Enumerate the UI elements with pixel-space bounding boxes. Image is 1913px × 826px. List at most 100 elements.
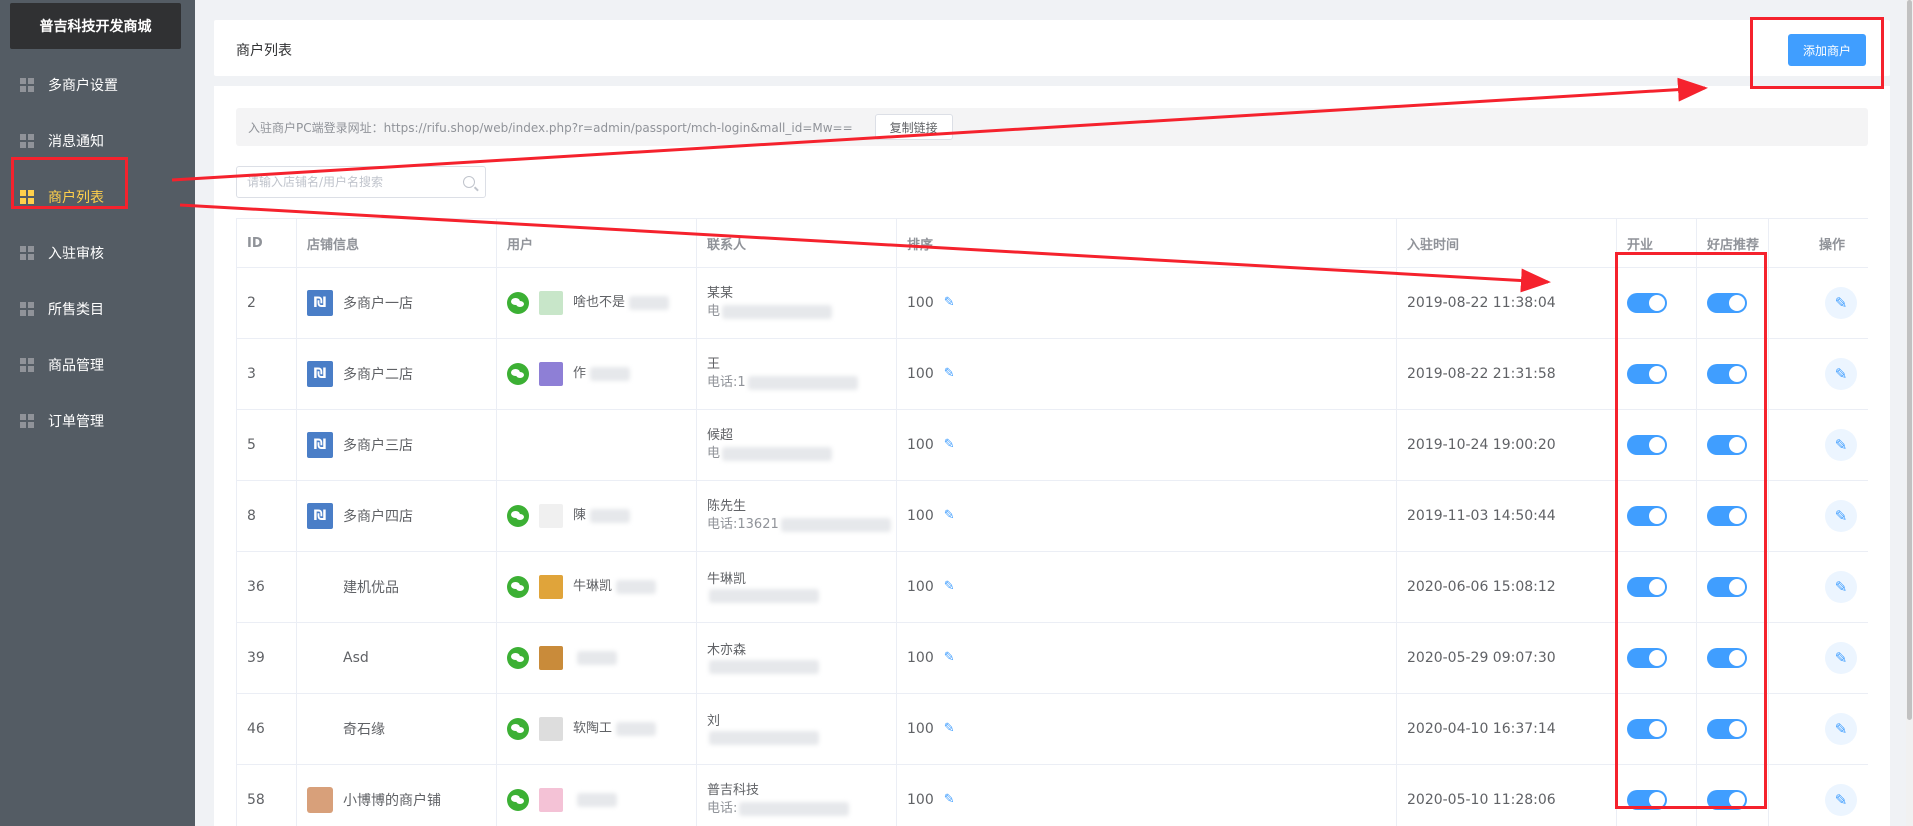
contact-info: 陈先生 电话:13621 [707,498,891,534]
redacted-text [590,367,631,381]
sidebar-item-orders[interactable]: 订单管理 [0,393,195,449]
cell-id: 39 [237,623,297,693]
shop-logo-icon: ₪ [307,503,333,529]
shop-name: 小博博的商户铺 [343,793,441,809]
sidebar-item-products[interactable]: 商品管理 [0,337,195,393]
copy-link-button[interactable]: 复制链接 [874,114,953,140]
contact-info: 木亦森 [707,642,819,674]
cell-operations: ✎ ✷ ⊕ 🗑 [1769,623,1868,693]
cell-contact: 牛琳凯 [697,552,897,622]
cell-time: 2019-08-22 21:31:58 [1397,339,1617,409]
grid-icon [20,134,34,148]
contact-phone: 电 [707,303,833,321]
sidebar-item-join-review[interactable]: 入驻审核 [0,225,195,281]
shop-logo-icon [307,645,333,671]
sidebar-item-label: 消息通知 [48,134,104,150]
cell-sort: 100 ✎ [897,339,1397,409]
cell-operations: ✎ ✷ ⊕ 🗑 [1769,410,1868,480]
contact-info: 王 电话:1 [707,356,858,392]
contact-info: 某某 电 [707,285,833,321]
contact-name: 王 [707,357,721,372]
cell-user: 啥也不是 [497,268,697,338]
sidebar-item-label: 多商户设置 [48,78,118,94]
edit-sort-icon[interactable]: ✎ [944,296,956,309]
cell-contact: 刘 [697,694,897,764]
shop-logo-icon: ₪ [307,361,333,387]
annotation-box-add-button [1750,17,1884,89]
edit-sort-icon[interactable]: ✎ [944,438,956,451]
sort-value: 100 [907,650,934,666]
user-name: 啥也不是 [573,295,626,310]
edit-sort-icon[interactable]: ✎ [944,509,956,522]
avatar [539,504,563,528]
edit-icon[interactable]: ✎ [1825,429,1857,461]
avatar [539,291,563,315]
wechat-icon [507,576,529,598]
cell-contact: 木亦森 [697,623,897,693]
cell-id: 36 [237,552,297,622]
redacted-text [616,580,657,594]
shop-logo-icon [307,716,333,742]
shop-logo-icon [307,574,333,600]
contact-phone [707,660,819,674]
contact-name: 木亦森 [707,643,747,658]
cell-shop: 建机优品 [297,552,497,622]
edit-sort-icon[interactable]: ✎ [944,580,956,593]
sidebar-item-label: 订单管理 [48,414,104,430]
shop-name: 多商户三店 [343,438,413,454]
cell-user [497,623,697,693]
cell-shop: 小博博的商户铺 [297,765,497,826]
cell-operations: ✎ ✷ ⊕ 🗑 [1769,694,1868,764]
shop-name: 多商户二店 [343,367,413,383]
cell-sort: 100 ✎ [897,694,1397,764]
sort-value: 100 [907,437,934,453]
page-header: 商户列表 添加商户 [214,20,1890,76]
sidebar-item-label: 入驻审核 [48,246,104,262]
cell-sort: 100 ✎ [897,410,1397,480]
edit-icon[interactable]: ✎ [1825,571,1857,603]
edit-icon[interactable]: ✎ [1825,642,1857,674]
cell-shop: ₪ 多商户二店 [297,339,497,409]
redacted-text [590,509,631,523]
shop-logo-icon [307,787,333,813]
contact-phone [707,731,819,745]
wechat-icon [507,647,529,669]
scrollbar-thumb[interactable] [1907,0,1912,720]
grid-icon [20,358,34,372]
column-header-shop: 店铺信息 [297,219,497,267]
contact-phone [707,589,819,603]
avatar [539,362,563,386]
sidebar-item-categories[interactable]: 所售类目 [0,281,195,337]
sort-value: 100 [907,366,934,382]
avatar [539,575,563,599]
edit-icon[interactable]: ✎ [1825,500,1857,532]
column-header-contact: 联系人 [697,219,897,267]
cell-time: 2020-06-06 15:08:12 [1397,552,1617,622]
contact-info: 刘 [707,713,819,745]
contact-info: 普吉科技 电话: [707,782,850,818]
search-input[interactable] [247,175,463,189]
edit-icon[interactable]: ✎ [1825,784,1857,816]
edit-sort-icon[interactable]: ✎ [944,367,956,380]
cell-time: 2019-11-03 14:50:44 [1397,481,1617,551]
search-icon[interactable] [463,176,475,188]
cell-id: 3 [237,339,297,409]
cell-contact: 王 电话:1 [697,339,897,409]
redacted-text [629,296,670,310]
contact-name: 候超 [707,428,734,443]
edit-icon[interactable]: ✎ [1825,713,1857,745]
cell-user [497,410,697,480]
edit-icon[interactable]: ✎ [1825,358,1857,390]
sidebar-item-multi-merchant-settings[interactable]: 多商户设置 [0,57,195,113]
edit-icon[interactable]: ✎ [1825,287,1857,319]
edit-sort-icon[interactable]: ✎ [944,793,956,806]
user-name: 牛琳凯 [573,579,613,594]
cell-id: 5 [237,410,297,480]
contact-phone: 电话:13621 [707,516,891,534]
edit-sort-icon[interactable]: ✎ [944,651,956,664]
column-header-sort[interactable]: 排序 [897,219,1397,267]
contact-name: 某某 [707,286,734,301]
cell-contact: 候超 电 [697,410,897,480]
wechat-icon [507,718,529,740]
edit-sort-icon[interactable]: ✎ [944,722,956,735]
